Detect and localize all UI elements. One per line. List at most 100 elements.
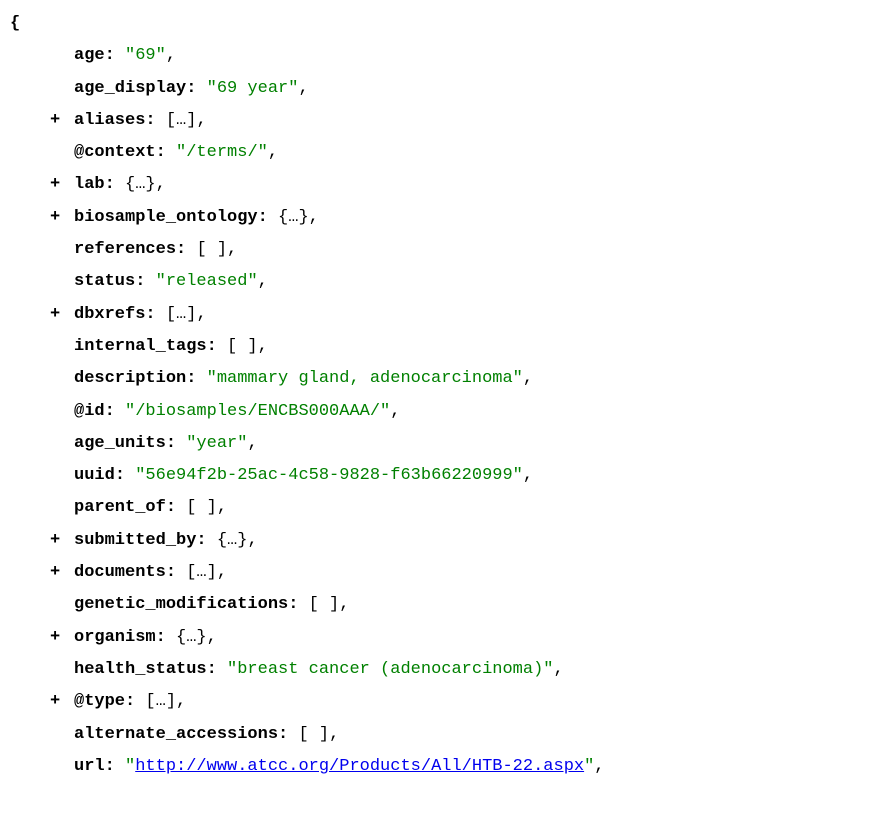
expand-toggle[interactable]: + (50, 299, 60, 331)
json-row: age_display: "69 year", (10, 73, 876, 105)
json-row: references: [ ], (10, 234, 876, 266)
colon: : (135, 272, 145, 291)
colon: : (156, 628, 166, 647)
json-row: @id: "/biosamples/ENCBS000AAA/", (10, 396, 876, 428)
json-row: + documents: […], (10, 557, 876, 589)
comma: , (258, 272, 268, 291)
expand-toggle[interactable]: + (50, 686, 60, 718)
json-row: +aliases: […], (10, 105, 876, 137)
colon: : (278, 725, 288, 744)
json-key: status (74, 272, 135, 291)
json-row: +submitted_by: {…}, (10, 525, 876, 557)
expand-toggle[interactable]: + (50, 202, 60, 234)
json-key: dbxrefs (74, 305, 145, 324)
colon: : (207, 337, 217, 356)
comma: , (553, 660, 563, 679)
comma: , (196, 305, 206, 324)
colon: : (258, 208, 268, 227)
json-key: organism (74, 628, 156, 647)
json-key: description (74, 369, 186, 388)
json-key: genetic_modifications (74, 595, 288, 614)
json-collapsed-value: [ ] (298, 725, 329, 744)
json-row: internal_tags: [ ], (10, 331, 876, 363)
comma: , (217, 563, 227, 582)
json-string-value: "mammary gland, adenocarcinoma" (207, 369, 523, 388)
json-row: description: "mammary gland, adenocarcin… (10, 363, 876, 395)
json-collapsed-value: [ ] (227, 337, 258, 356)
json-collapsed-value[interactable]: […] (145, 692, 176, 711)
comma: , (329, 725, 339, 744)
colon: : (105, 175, 115, 194)
json-link[interactable]: http://www.atcc.org/Products/All/HTB-22.… (135, 757, 584, 776)
json-key: biosample_ontology (74, 208, 258, 227)
json-collapsed-value: [ ] (196, 240, 227, 259)
json-key: internal_tags (74, 337, 207, 356)
json-collapsed-value[interactable]: […] (166, 305, 197, 324)
json-key: aliases (74, 111, 145, 130)
json-string-value: "69" (125, 46, 166, 65)
comma: , (217, 498, 227, 517)
colon: : (105, 402, 115, 421)
comma: , (258, 337, 268, 356)
colon: : (186, 369, 196, 388)
json-string-value: "69 year" (207, 79, 299, 98)
json-row: + organism: {…}, (10, 622, 876, 654)
json-key: age (74, 46, 105, 65)
json-row: health_status: "breast cancer (adenocarc… (10, 654, 876, 686)
expand-toggle[interactable]: + (50, 525, 60, 557)
colon: : (166, 563, 176, 582)
json-key: uuid (74, 466, 115, 485)
json-collapsed-value[interactable]: {…} (278, 208, 309, 227)
comma: , (176, 692, 186, 711)
json-key: url (74, 757, 105, 776)
json-row: genetic_modifications: [ ], (10, 589, 876, 621)
json-collapsed-value[interactable]: {…} (176, 628, 207, 647)
json-row: age_units: "year", (10, 428, 876, 460)
comma: , (309, 208, 319, 227)
comma: , (390, 402, 400, 421)
json-rows: age: "69",age_display: "69 year",+aliase… (10, 40, 876, 783)
comma: , (298, 79, 308, 98)
colon: : (166, 434, 176, 453)
colon: : (115, 466, 125, 485)
json-key: @id (74, 402, 105, 421)
expand-toggle[interactable]: + (50, 169, 60, 201)
colon: : (145, 305, 155, 324)
colon: : (288, 595, 298, 614)
comma: , (227, 240, 237, 259)
json-string-value: "56e94f2b-25ac-4c58-9828-f63b66220999" (135, 466, 523, 485)
expand-toggle[interactable]: + (50, 557, 60, 589)
json-key: references (74, 240, 176, 259)
json-key: submitted_by (74, 531, 196, 550)
colon: : (207, 660, 217, 679)
json-string-value: "http://www.atcc.org/Products/All/HTB-22… (125, 757, 594, 776)
colon: : (105, 757, 115, 776)
json-string-value: "breast cancer (adenocarcinoma)" (227, 660, 553, 679)
json-row: @context: "/terms/", (10, 137, 876, 169)
colon: : (145, 111, 155, 130)
json-collapsed-value: [ ] (309, 595, 340, 614)
expand-toggle[interactable]: + (50, 105, 60, 137)
comma: , (523, 466, 533, 485)
json-collapsed-value[interactable]: {…} (217, 531, 248, 550)
json-row: status: "released", (10, 266, 876, 298)
json-key: documents (74, 563, 166, 582)
json-key: health_status (74, 660, 207, 679)
colon: : (105, 46, 115, 65)
json-viewer: { age: "69",age_display: "69 year",+alia… (10, 8, 876, 783)
json-key: @type (74, 692, 125, 711)
json-collapsed-value: [ ] (186, 498, 217, 517)
comma: , (207, 628, 217, 647)
comma: , (523, 369, 533, 388)
comma: , (594, 757, 604, 776)
json-key: lab (74, 175, 105, 194)
json-collapsed-value[interactable]: […] (186, 563, 217, 582)
json-collapsed-value[interactable]: {…} (125, 175, 156, 194)
comma: , (247, 531, 257, 550)
json-string-value: "/biosamples/ENCBS000AAA/" (125, 402, 390, 421)
expand-toggle[interactable]: + (50, 622, 60, 654)
colon: : (125, 692, 135, 711)
colon: : (176, 240, 186, 259)
json-collapsed-value[interactable]: […] (166, 111, 197, 130)
comma: , (247, 434, 257, 453)
